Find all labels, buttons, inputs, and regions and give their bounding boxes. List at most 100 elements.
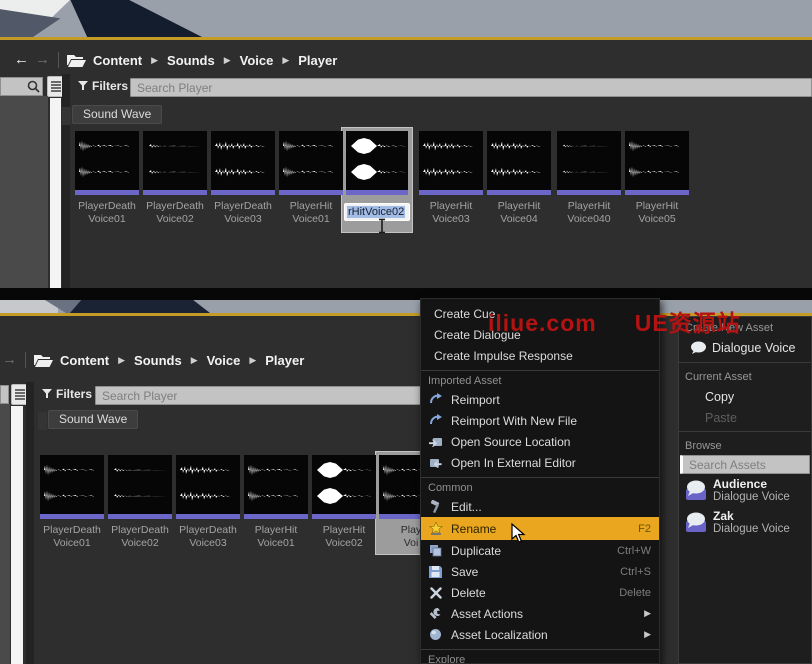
breadcrumb-sounds[interactable]: Sounds	[134, 353, 182, 368]
viewport-silhouette	[70, 300, 210, 313]
asset-tile[interactable]	[143, 131, 207, 195]
soundwave-thumbnail	[176, 455, 240, 519]
menu-item-asset-actions[interactable]: Asset Actions ▶	[421, 603, 659, 624]
sources-scrollbar[interactable]	[11, 406, 23, 664]
asset-tile[interactable]	[176, 455, 240, 519]
picker-asset-audience[interactable]: Audience Dialogue Voice	[679, 474, 811, 506]
waveform-icon	[79, 165, 135, 179]
soundwave-thumbnail	[143, 131, 207, 195]
waveform-icon	[629, 139, 685, 153]
screenshot-root: ← → Content ▶ Sounds ▶ Voice ▶ Player	[0, 0, 812, 664]
asset-tile[interactable]	[108, 455, 172, 519]
breadcrumb-voice[interactable]: Voice	[240, 53, 274, 68]
menu-item-asset-localization[interactable]: Asset Localization ▶	[421, 624, 659, 645]
waveform-icon	[215, 139, 271, 153]
breadcrumb-separator-icon: ▶	[282, 55, 289, 66]
reimport-new-file-icon	[427, 413, 444, 429]
waveform-icon	[283, 165, 339, 179]
menu-item-label: Asset Localization	[451, 628, 636, 642]
soundwave-thumbnail	[625, 131, 689, 195]
watermark-site: iliue.com	[488, 310, 597, 336]
asset-label: PlayerHitVoice040	[551, 200, 627, 225]
search-input[interactable]	[95, 386, 435, 405]
breadcrumb-content[interactable]: Content	[60, 353, 109, 368]
menu-item-shortcut: Ctrl+S	[620, 566, 651, 578]
breadcrumb-sounds[interactable]: Sounds	[167, 53, 215, 68]
filter-chip-soundwave[interactable]: Sound Wave	[72, 105, 162, 124]
menu-item-shortcut: Delete	[619, 587, 651, 599]
delete-x-icon	[427, 585, 444, 601]
waveform-icon	[491, 139, 547, 153]
sources-search-input[interactable]	[0, 385, 9, 404]
back-arrow-icon[interactable]: ←	[14, 53, 29, 67]
filter-funnel-icon	[42, 389, 52, 399]
asset-tile[interactable]	[211, 131, 275, 195]
asset-label: PlayerHitVoice04	[481, 200, 557, 225]
waveform-icon	[316, 487, 372, 505]
menu-item-edit[interactable]: Edit...	[421, 496, 659, 517]
waveform-icon	[147, 139, 203, 153]
picker-item-copy[interactable]: Copy	[679, 386, 811, 407]
menu-item-label: Save	[451, 565, 610, 579]
menu-item-open-source-location[interactable]: Open Source Location	[421, 431, 659, 452]
asset-tile[interactable]	[625, 131, 689, 195]
asset-tile[interactable]	[419, 131, 483, 195]
soundwave-thumbnail	[211, 131, 275, 195]
asset-tile[interactable]	[244, 455, 308, 519]
breadcrumb-separator-icon: ▶	[249, 355, 256, 366]
forward-arrow-icon[interactable]: →	[2, 353, 17, 367]
menu-item-reimport-with-new-file[interactable]: Reimport With New File	[421, 410, 659, 431]
reimport-icon	[427, 392, 444, 408]
waveform-icon	[561, 141, 611, 151]
rename-icon	[427, 521, 444, 537]
asset-tile[interactable]	[75, 131, 139, 195]
breadcrumb: ← → Content ▶ Sounds ▶ Voice ▶ Player	[14, 48, 344, 72]
divider	[679, 431, 811, 432]
menu-item-open-in-external-editor[interactable]: Open In External Editor	[421, 452, 659, 473]
asset-tile[interactable]	[557, 131, 621, 195]
asset-tile[interactable]	[487, 131, 551, 195]
menu-item-label: Create Impulse Response	[434, 349, 651, 363]
menu-section-explore: Explore	[421, 649, 659, 664]
sources-scrollbar[interactable]	[50, 98, 61, 288]
menu-item-create-impulse-response[interactable]: Create Impulse Response	[421, 345, 659, 366]
menu-item-save[interactable]: Save Ctrl+S	[421, 561, 659, 582]
text-cursor-ibeam	[377, 218, 387, 239]
picker-asset-zak[interactable]: Zak Dialogue Voice	[679, 506, 811, 538]
filter-chip-soundwave[interactable]: Sound Wave	[48, 410, 138, 429]
menu-item-duplicate[interactable]: Duplicate Ctrl+W	[421, 540, 659, 561]
forward-arrow-icon[interactable]: →	[35, 53, 50, 67]
asset-tile[interactable]	[279, 131, 343, 195]
breadcrumb-player[interactable]: Player	[265, 353, 304, 368]
menu-item-delete[interactable]: Delete Delete	[421, 582, 659, 603]
soundwave-thumbnail	[312, 455, 376, 519]
asset-type-bar	[487, 190, 551, 195]
menu-item-label: Open Source Location	[451, 435, 651, 449]
divider	[25, 352, 26, 368]
waveform-icon	[283, 139, 339, 153]
breadcrumb-player[interactable]: Player	[298, 53, 337, 68]
panel-divider	[26, 382, 34, 664]
picker-item-dialogue-voice[interactable]: Dialogue Voice	[679, 337, 811, 359]
picker-item-label: Dialogue Voice	[712, 341, 795, 355]
sources-search-input[interactable]	[0, 77, 43, 96]
menu-item-reimport[interactable]: Reimport	[421, 389, 659, 410]
breadcrumb-voice[interactable]: Voice	[207, 353, 241, 368]
folder-icon	[67, 53, 86, 67]
save-icon	[427, 564, 444, 580]
menu-item-rename[interactable]: Rename F2	[421, 517, 659, 540]
asset-tile[interactable]	[40, 455, 104, 519]
picker-search-input[interactable]	[680, 455, 810, 474]
breadcrumb-content[interactable]: Content	[93, 53, 142, 68]
menu-item-label: Duplicate	[451, 544, 607, 558]
dialogue-voice-asset-icon	[685, 511, 707, 533]
edit-hammer-icon	[427, 499, 444, 515]
asset-type: Dialogue Voice	[713, 523, 790, 536]
waveform-icon	[423, 139, 479, 153]
menu-item-label: Reimport With New File	[451, 414, 651, 428]
asset-tile-renaming[interactable]	[346, 131, 410, 195]
asset-tile[interactable]	[312, 455, 376, 519]
asset-type-bar	[75, 190, 139, 195]
list-icon	[51, 80, 61, 93]
search-input[interactable]	[130, 78, 812, 97]
